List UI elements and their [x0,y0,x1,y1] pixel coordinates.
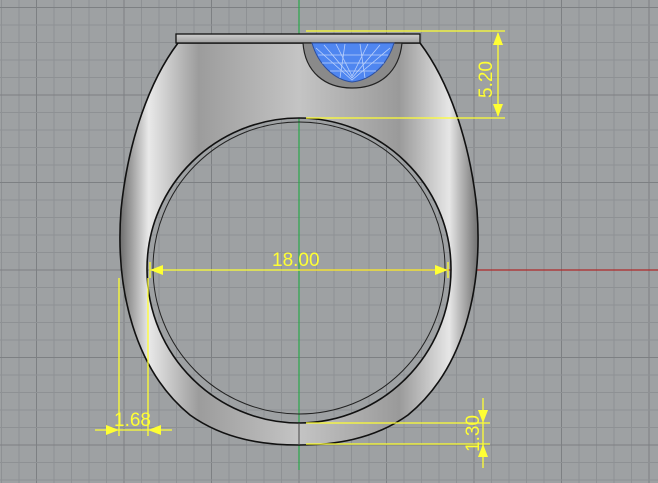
dimension-top-height-label: 5.20 [476,61,497,98]
ring-top-plate[interactable] [175,33,421,44]
dimension-inner-diameter-label: 18.00 [272,250,320,271]
dimension-bottom-thickness-label: 1.30 [463,415,484,452]
cad-viewport[interactable]: 18.00 5.20 1.68 1.30 [0,0,658,483]
viewport-canvas[interactable]: 18.00 5.20 1.68 1.30 [0,0,658,483]
dimension-side-thickness-label: 1.68 [114,410,151,431]
